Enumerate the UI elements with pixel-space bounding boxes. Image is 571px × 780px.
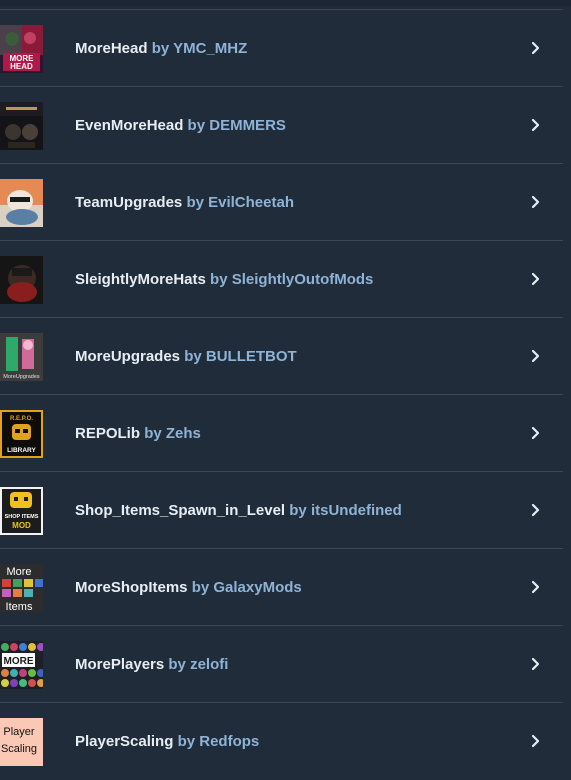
- mod-by-label: by: [144, 425, 162, 442]
- top-edge: [0, 0, 571, 6]
- chevron-right-icon[interactable]: [528, 118, 542, 132]
- mod-author: BULLETBOT: [205, 348, 297, 365]
- svg-text:Scaling: Scaling: [1, 743, 37, 755]
- mod-author: zelofi: [190, 656, 229, 673]
- mod-title[interactable]: MoreHead by YMC_MHZ: [75, 40, 247, 57]
- mod-list-panel: MORE HEAD MoreHead by YMC_MHZ EvenMoreHe…: [0, 0, 571, 780]
- mod-row-evenmorehead[interactable]: EvenMoreHead by DEMMERS: [0, 87, 563, 164]
- mod-name: MoreUpgrades: [75, 348, 181, 365]
- mod-author: SleightlyOutofMods: [231, 271, 374, 288]
- chevron-right-icon[interactable]: [528, 195, 542, 209]
- mod-author: DEMMERS: [209, 117, 286, 134]
- mod-row-playerscaling[interactable]: Player Scaling PlayerScaling by Redfops: [0, 703, 563, 779]
- mod-title[interactable]: TeamUpgrades by EvilCheetah: [75, 194, 294, 211]
- chevron-right-icon[interactable]: [528, 272, 542, 286]
- mod-row-moreplayers[interactable]: MORE MorePlayers by zelofi: [0, 626, 563, 703]
- chevron-right-icon[interactable]: [528, 426, 542, 440]
- svg-text:R.E.P.O.: R.E.P.O.: [10, 416, 33, 422]
- mod-row-morehead[interactable]: MORE HEAD MoreHead by YMC_MHZ: [0, 10, 563, 87]
- mod-name: REPOLib: [75, 425, 141, 442]
- svg-text:LIBRARY: LIBRARY: [7, 447, 36, 454]
- mod-by-label: by: [186, 194, 204, 211]
- mod-by-label: by: [151, 40, 170, 57]
- svg-text:MOD: MOD: [12, 521, 31, 530]
- mod-thumbnail-sleightlymorehats: [0, 256, 43, 304]
- svg-text:MoreUpgrades: MoreUpgrades: [3, 374, 40, 380]
- svg-text:SHOP ITEMS: SHOP ITEMS: [5, 514, 39, 520]
- mod-title[interactable]: REPOLib by Zehs: [75, 425, 201, 442]
- mod-author: EvilCheetah: [208, 194, 294, 211]
- mod-name: PlayerScaling: [75, 733, 174, 750]
- chevron-right-icon[interactable]: [528, 41, 542, 55]
- mod-name: TeamUpgrades: [75, 194, 183, 211]
- mod-name: Shop_Items_Spawn_in_Level: [75, 502, 286, 519]
- mod-title[interactable]: PlayerScaling by Redfops: [75, 733, 259, 750]
- mod-thumbnail-morehead: MORE HEAD: [0, 25, 43, 73]
- mod-by-label: by: [187, 117, 206, 134]
- mod-name: SleightlyMoreHats: [75, 271, 206, 288]
- mod-title[interactable]: Shop_Items_Spawn_in_Level by itsUndefine…: [75, 502, 402, 519]
- mod-by-label: by: [210, 271, 228, 288]
- mod-name: MorePlayers: [75, 656, 165, 673]
- mod-row-moreshopitems[interactable]: More Items MoreShopItems by GalaxyMods: [0, 549, 563, 626]
- mod-title[interactable]: SleightlyMoreHats by SleightlyOutofMods: [75, 271, 373, 288]
- mod-thumbnail-moreplayers: MORE: [0, 641, 43, 689]
- mod-by-label: by: [168, 656, 186, 673]
- mod-thumbnail-moreshopitems: More Items: [0, 564, 43, 612]
- mod-title[interactable]: MoreShopItems by GalaxyMods: [75, 579, 302, 596]
- chevron-right-icon[interactable]: [528, 657, 542, 671]
- mod-title[interactable]: MorePlayers by zelofi: [75, 656, 228, 673]
- svg-text:More: More: [6, 566, 31, 578]
- mod-author: Zehs: [165, 425, 201, 442]
- mod-title[interactable]: MoreUpgrades by BULLETBOT: [75, 348, 297, 365]
- mod-name: MoreShopItems: [75, 579, 188, 596]
- mod-thumbnail-repolib: R.E.P.O. LIBRARY: [0, 410, 43, 458]
- svg-text:Items: Items: [6, 601, 33, 612]
- mod-list: MORE HEAD MoreHead by YMC_MHZ EvenMoreHe…: [0, 10, 563, 779]
- mod-row-moreupgrades[interactable]: MoreUpgrades MoreUpgrades by BULLETBOT: [0, 318, 563, 395]
- chevron-right-icon[interactable]: [528, 503, 542, 517]
- mod-by-label: by: [184, 348, 202, 365]
- mod-title[interactable]: EvenMoreHead by DEMMERS: [75, 117, 286, 134]
- mod-by-label: by: [289, 502, 307, 519]
- chevron-right-icon[interactable]: [528, 734, 542, 748]
- mod-row-sleightlymorehats[interactable]: SleightlyMoreHats by SleightlyOutofMods: [0, 241, 563, 318]
- mod-thumbnail-playerscaling: Player Scaling: [0, 718, 43, 766]
- mod-author: Redfops: [199, 733, 260, 750]
- mod-by-label: by: [191, 579, 210, 596]
- svg-text:Player: Player: [3, 726, 35, 738]
- mod-thumbnail-teamupgrades: [0, 179, 43, 227]
- svg-text:MORE: MORE: [4, 656, 34, 667]
- chevron-right-icon[interactable]: [528, 349, 542, 363]
- mod-name: MoreHead: [75, 40, 148, 57]
- mod-author: GalaxyMods: [213, 579, 302, 596]
- mod-thumbnail-evenmorehead: [0, 102, 43, 150]
- mod-author: YMC_MHZ: [173, 40, 248, 57]
- mod-row-shop-items-spawn-in-level[interactable]: SHOP ITEMS MOD Shop_Items_Spawn_in_Level…: [0, 472, 563, 549]
- mod-by-label: by: [177, 733, 196, 750]
- mod-thumbnail-moreupgrades: MoreUpgrades: [0, 333, 43, 381]
- mod-author: itsUndefined: [310, 502, 402, 519]
- chevron-right-icon[interactable]: [528, 580, 542, 594]
- mod-name: EvenMoreHead: [75, 117, 184, 134]
- mod-row-teamupgrades[interactable]: TeamUpgrades by EvilCheetah: [0, 164, 563, 241]
- svg-text:HEAD: HEAD: [10, 62, 33, 71]
- mod-thumbnail-shop-items: SHOP ITEMS MOD: [0, 487, 43, 535]
- mod-row-repolib[interactable]: R.E.P.O. LIBRARY REPOLib by Zehs: [0, 395, 563, 472]
